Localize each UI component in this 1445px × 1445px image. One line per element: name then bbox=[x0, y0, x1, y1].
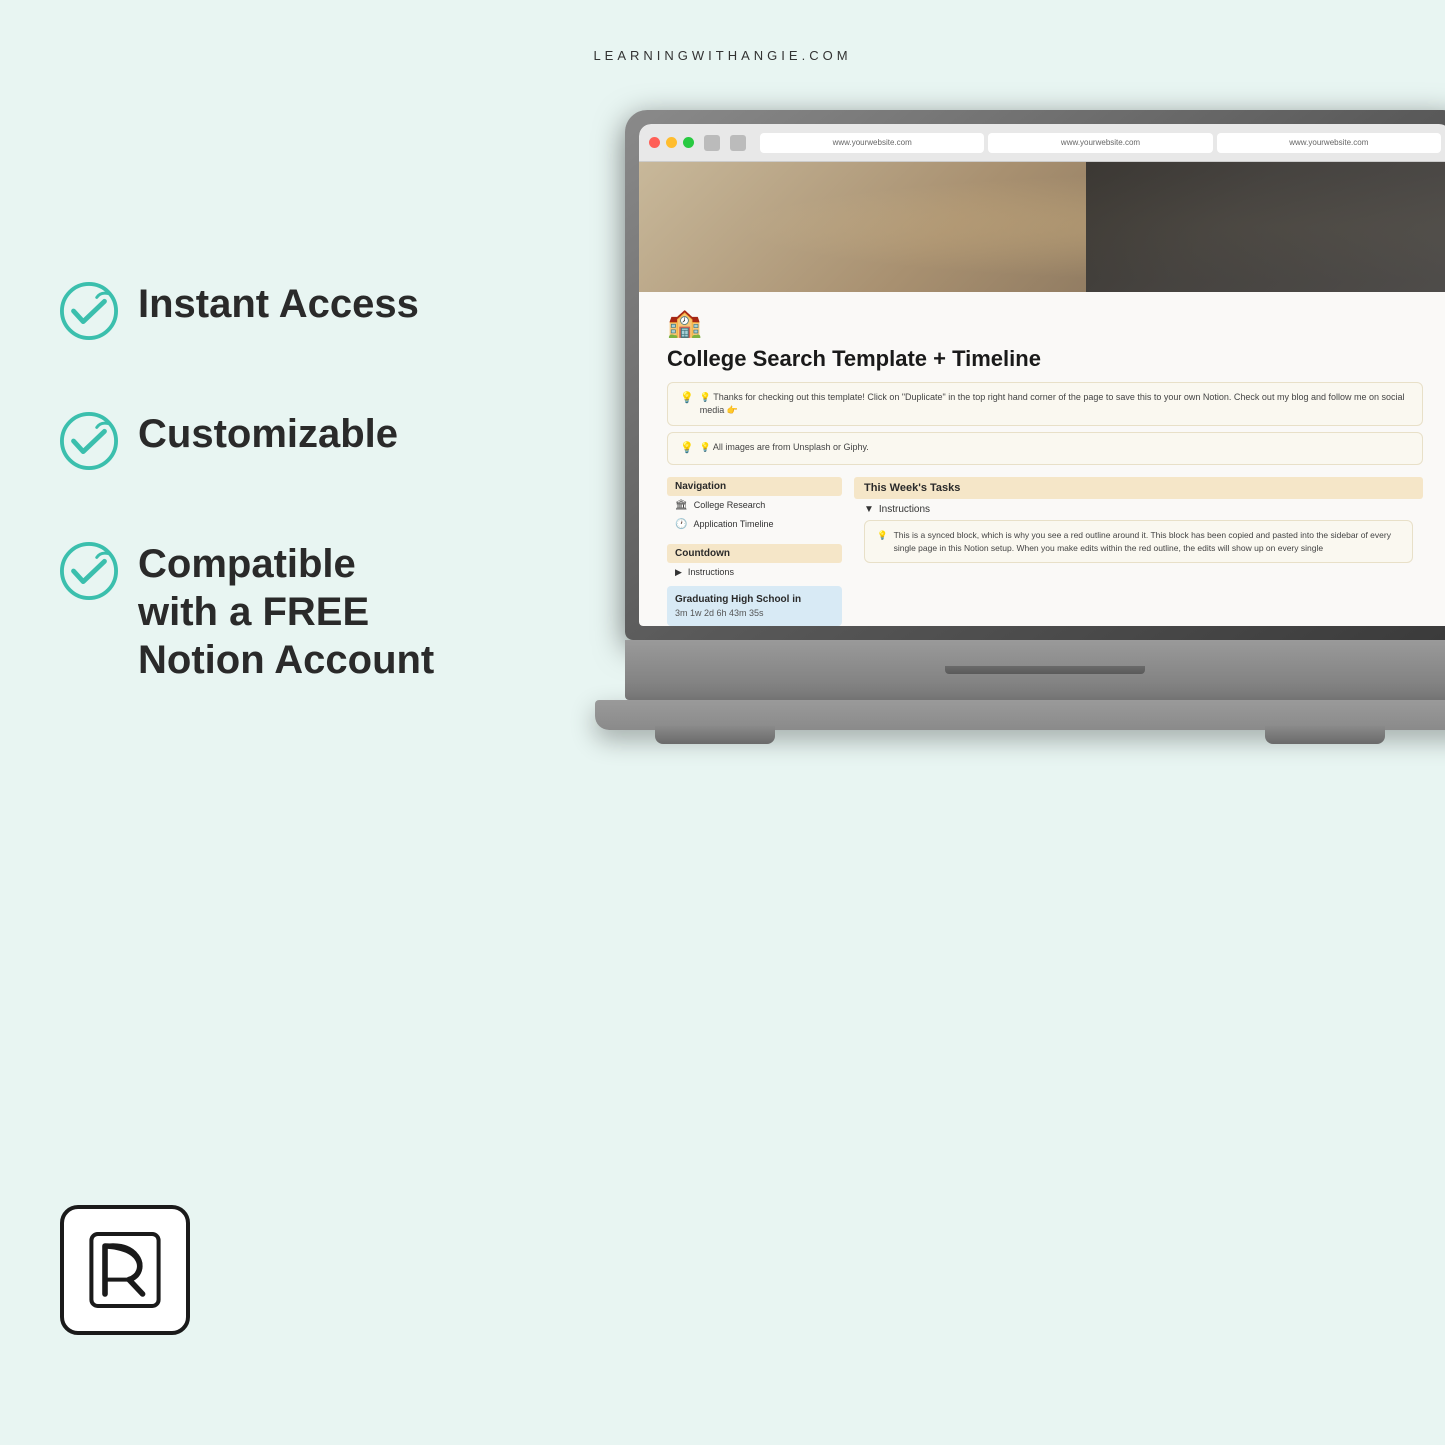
countdown-heading: Countdown bbox=[667, 544, 842, 563]
browser-chrome: www.yourwebsite.com www.yourwebsite.com … bbox=[639, 124, 1445, 162]
notion-hero-image bbox=[639, 162, 1445, 292]
laptop-foot-right bbox=[1265, 726, 1385, 744]
tasks-heading: This Week's Tasks bbox=[854, 477, 1423, 499]
address-bar-2[interactable]: www.yourwebsite.com bbox=[988, 133, 1212, 153]
forward-button[interactable] bbox=[730, 135, 746, 151]
callout-text-1: 💡 Thanks for checking out this template!… bbox=[700, 391, 1410, 416]
feature-item-customizable: Customizable bbox=[60, 410, 434, 470]
countdown-widget: Graduating High School in 3m 1w 2d 6h 43… bbox=[667, 586, 842, 626]
notion-logo-svg bbox=[85, 1230, 165, 1310]
toggle-arrow-icon: ▶ bbox=[675, 567, 682, 578]
address-bar-3[interactable]: www.yourwebsite.com bbox=[1217, 133, 1441, 153]
notion-page-title: College Search Template + Timeline bbox=[667, 346, 1423, 372]
laptop-foot-left bbox=[655, 726, 775, 744]
application-timeline-icon: 🕐 bbox=[675, 519, 687, 530]
address-bar-1[interactable]: www.yourwebsite.com bbox=[760, 133, 984, 153]
back-button[interactable] bbox=[704, 135, 720, 151]
countdown-instructions-label: Instructions bbox=[688, 567, 734, 577]
site-header: LEARNINGWITHANGIE.COM bbox=[0, 0, 1445, 63]
task-callout-icon: 💡 bbox=[877, 529, 888, 555]
laptop-container: www.yourwebsite.com www.yourwebsite.com … bbox=[605, 110, 1445, 1310]
screen-content: 🏫 College Search Template + Timeline 💡 💡… bbox=[639, 162, 1445, 626]
task-toggle[interactable]: ▼ Instructions bbox=[854, 499, 1423, 520]
navigation-section: Navigation 🏛 College Research 🕐 Applicat… bbox=[667, 477, 842, 534]
features-list: Instant Access Customizable Compatible w… bbox=[60, 280, 434, 684]
address-bar-group: www.yourwebsite.com www.yourwebsite.com … bbox=[760, 133, 1441, 153]
notion-sidebar: Navigation 🏛 College Research 🕐 Applicat… bbox=[667, 477, 842, 626]
countdown-toggle[interactable]: ▶ Instructions bbox=[667, 563, 842, 582]
traffic-light-green[interactable] bbox=[683, 137, 694, 148]
feature-item-compatible: Compatible with a FREE Notion Account bbox=[60, 540, 434, 684]
notion-callout-1: 💡 💡 Thanks for checking out this templat… bbox=[667, 382, 1423, 425]
college-research-icon: 🏛 bbox=[675, 500, 688, 511]
traffic-light-yellow[interactable] bbox=[666, 137, 677, 148]
notion-page: 🏫 College Search Template + Timeline 💡 💡… bbox=[639, 306, 1445, 626]
checkmark-icon-3 bbox=[60, 542, 118, 600]
keyboard-hinge bbox=[945, 666, 1145, 674]
task-callout: 💡 This is a synced block, which is why y… bbox=[864, 520, 1413, 564]
laptop-body: www.yourwebsite.com www.yourwebsite.com … bbox=[625, 110, 1445, 1060]
countdown-section: Countdown ▶ Instructions Graduating High… bbox=[667, 544, 842, 626]
feature-text-instant-access: Instant Access bbox=[138, 280, 419, 328]
notion-logo bbox=[60, 1205, 190, 1335]
task-toggle-label: Instructions bbox=[879, 504, 930, 515]
checkmark-icon-1 bbox=[60, 282, 118, 340]
notion-page-icon: 🏫 bbox=[667, 306, 1423, 340]
notion-callout-2: 💡 💡 All images are from Unsplash or Giph… bbox=[667, 432, 1423, 465]
task-callout-text: This is a synced block, which is why you… bbox=[894, 529, 1400, 555]
feature-text-compatible: Compatible with a FREE Notion Account bbox=[138, 540, 434, 684]
callout-text-2: 💡 All images are from Unsplash or Giphy. bbox=[700, 441, 869, 454]
college-research-label: College Research bbox=[694, 500, 766, 510]
laptop-lid: www.yourwebsite.com www.yourwebsite.com … bbox=[625, 110, 1445, 640]
navigation-heading: Navigation bbox=[667, 477, 842, 496]
notion-main-content: Navigation 🏛 College Research 🕐 Applicat… bbox=[667, 477, 1423, 626]
countdown-timer: 3m 1w 2d 6h 43m 35s bbox=[675, 608, 834, 618]
application-timeline-link[interactable]: 🕐 Application Timeline bbox=[667, 515, 842, 534]
feature-text-customizable: Customizable bbox=[138, 410, 398, 458]
application-timeline-label: Application Timeline bbox=[693, 519, 773, 529]
feature-item-instant-access: Instant Access bbox=[60, 280, 434, 340]
traffic-light-red[interactable] bbox=[649, 137, 660, 148]
college-research-link[interactable]: 🏛 College Research bbox=[667, 496, 842, 515]
screen-bezel: www.yourwebsite.com www.yourwebsite.com … bbox=[639, 124, 1445, 626]
laptop-keyboard bbox=[625, 640, 1445, 700]
task-toggle-arrow: ▼ bbox=[864, 504, 874, 515]
callout-icon-2: 💡 bbox=[680, 441, 694, 456]
countdown-title: Graduating High School in bbox=[675, 594, 834, 605]
tasks-panel: This Week's Tasks ▼ Instructions 💡 This … bbox=[854, 477, 1423, 626]
callout-icon-1: 💡 bbox=[680, 391, 694, 406]
checkmark-icon-2 bbox=[60, 412, 118, 470]
